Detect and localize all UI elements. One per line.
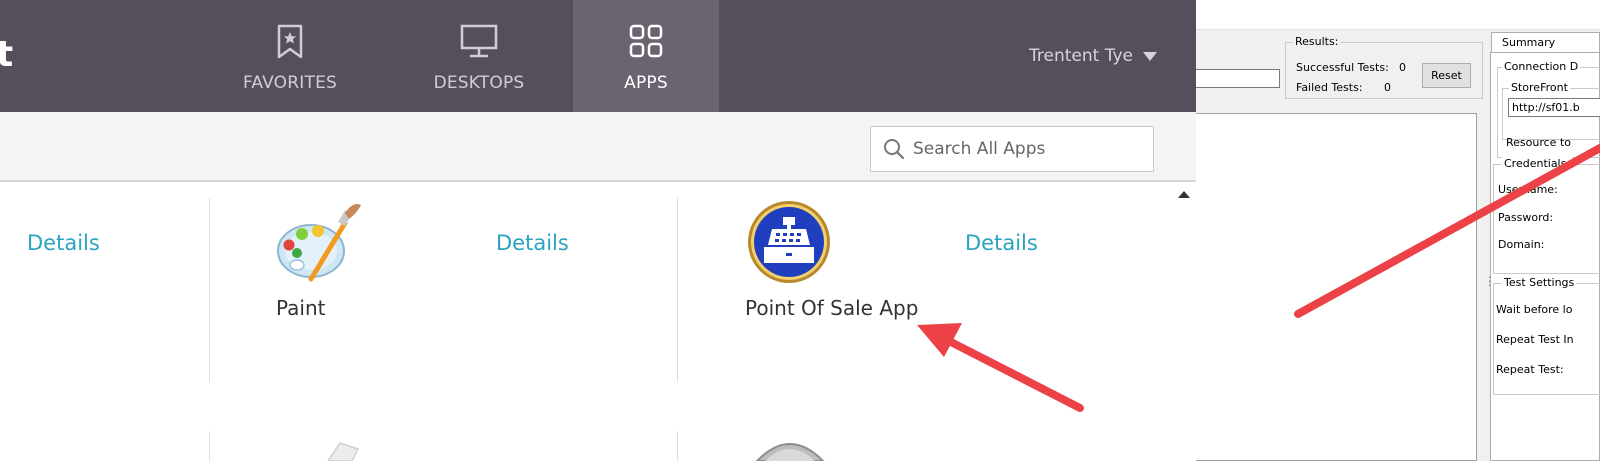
user-menu[interactable]: Trentent Tye bbox=[1029, 46, 1157, 66]
app-icon-partial[interactable] bbox=[318, 439, 362, 461]
tab-desktops[interactable]: DESKTOPS bbox=[424, 0, 534, 112]
tab-summary[interactable]: Summary bbox=[1491, 32, 1600, 53]
connection-group-title: Connection D bbox=[1502, 60, 1581, 73]
results-pane[interactable] bbox=[1196, 113, 1477, 461]
app-details-link[interactable]: Details bbox=[965, 231, 1038, 255]
storefront-header: t FAVORITES DESKTOPS APPS Trentent Tye bbox=[0, 0, 1196, 112]
column-divider bbox=[677, 198, 678, 382]
credentials-group: Credentials: Username: Password: Domain: bbox=[1493, 157, 1600, 274]
bookmark-star-icon bbox=[277, 24, 303, 59]
tab-desktops-label: DESKTOPS bbox=[433, 73, 525, 93]
results-group-title: Results: bbox=[1293, 35, 1341, 48]
column-divider bbox=[209, 431, 210, 461]
search-box[interactable] bbox=[870, 126, 1154, 172]
user-name: Trentent Tye bbox=[1029, 46, 1133, 66]
monitor-icon bbox=[460, 24, 498, 58]
storefront-url-field[interactable] bbox=[1508, 98, 1600, 117]
repeat-test-label: Repeat Test: bbox=[1496, 363, 1564, 376]
tester-text-field[interactable] bbox=[1196, 69, 1280, 88]
connection-group: Connection D StoreFront Resource to bbox=[1497, 60, 1600, 158]
search-input[interactable] bbox=[913, 139, 1143, 159]
tab-favorites-label: FAVORITES bbox=[242, 73, 337, 93]
failed-tests-label: Failed Tests: bbox=[1296, 81, 1363, 94]
app-name-paint[interactable]: Paint bbox=[276, 296, 326, 320]
app-details-link[interactable]: Details bbox=[496, 231, 569, 255]
summary-tab-page: Connection D StoreFront Resource to Cred… bbox=[1490, 52, 1600, 461]
search-icon bbox=[884, 139, 905, 160]
tab-apps-label: APPS bbox=[624, 73, 668, 93]
resource-label: Resource to bbox=[1506, 136, 1571, 149]
successful-tests-value: 0 bbox=[1399, 61, 1406, 74]
test-settings-group: Test Settings Wait before lo Repeat Test… bbox=[1493, 276, 1600, 395]
storefront-group-title: StoreFront bbox=[1509, 81, 1570, 94]
storefront-toolbar bbox=[0, 112, 1196, 182]
caret-down-icon bbox=[1142, 52, 1157, 61]
tab-favorites[interactable]: FAVORITES bbox=[236, 0, 344, 112]
reset-button[interactable]: Reset bbox=[1422, 63, 1471, 88]
reset-group bbox=[1486, 42, 1487, 99]
username-label: Username: bbox=[1498, 183, 1558, 196]
tab-apps[interactable]: APPS bbox=[573, 0, 719, 112]
tester-top-strip bbox=[1196, 0, 1600, 30]
paint-palette-icon[interactable] bbox=[275, 201, 363, 285]
app-details-link[interactable]: Details bbox=[27, 231, 100, 255]
failed-tests-value: 0 bbox=[1384, 81, 1391, 94]
domain-label: Domain: bbox=[1498, 238, 1545, 251]
app-name-point-of-sale[interactable]: Point Of Sale App bbox=[745, 296, 918, 320]
brand-logo-text: t bbox=[0, 34, 14, 75]
column-divider bbox=[677, 431, 678, 461]
successful-tests-label: Successful Tests: bbox=[1296, 61, 1389, 74]
storefront-window: t FAVORITES DESKTOPS APPS Trentent Tye S… bbox=[0, 0, 1196, 461]
test-settings-group-title: Test Settings bbox=[1502, 276, 1577, 289]
scroll-up-arrow-icon[interactable] bbox=[1178, 191, 1190, 198]
apps-grid: Details Details Paint Details Point Of S… bbox=[0, 183, 1170, 461]
column-divider bbox=[209, 198, 210, 382]
password-label: Password: bbox=[1498, 211, 1554, 224]
apps-grid-icon bbox=[629, 24, 663, 58]
repeat-interval-label: Repeat Test In bbox=[1496, 333, 1574, 346]
scrollbar[interactable] bbox=[1170, 183, 1196, 461]
credentials-group-title: Credentials: bbox=[1502, 157, 1573, 170]
tester-window: Results: Successful Tests: 0 Failed Test… bbox=[1196, 0, 1600, 461]
cash-register-icon[interactable] bbox=[746, 199, 832, 285]
wait-before-label: Wait before lo bbox=[1496, 303, 1573, 316]
app-icon-partial[interactable] bbox=[753, 433, 827, 461]
